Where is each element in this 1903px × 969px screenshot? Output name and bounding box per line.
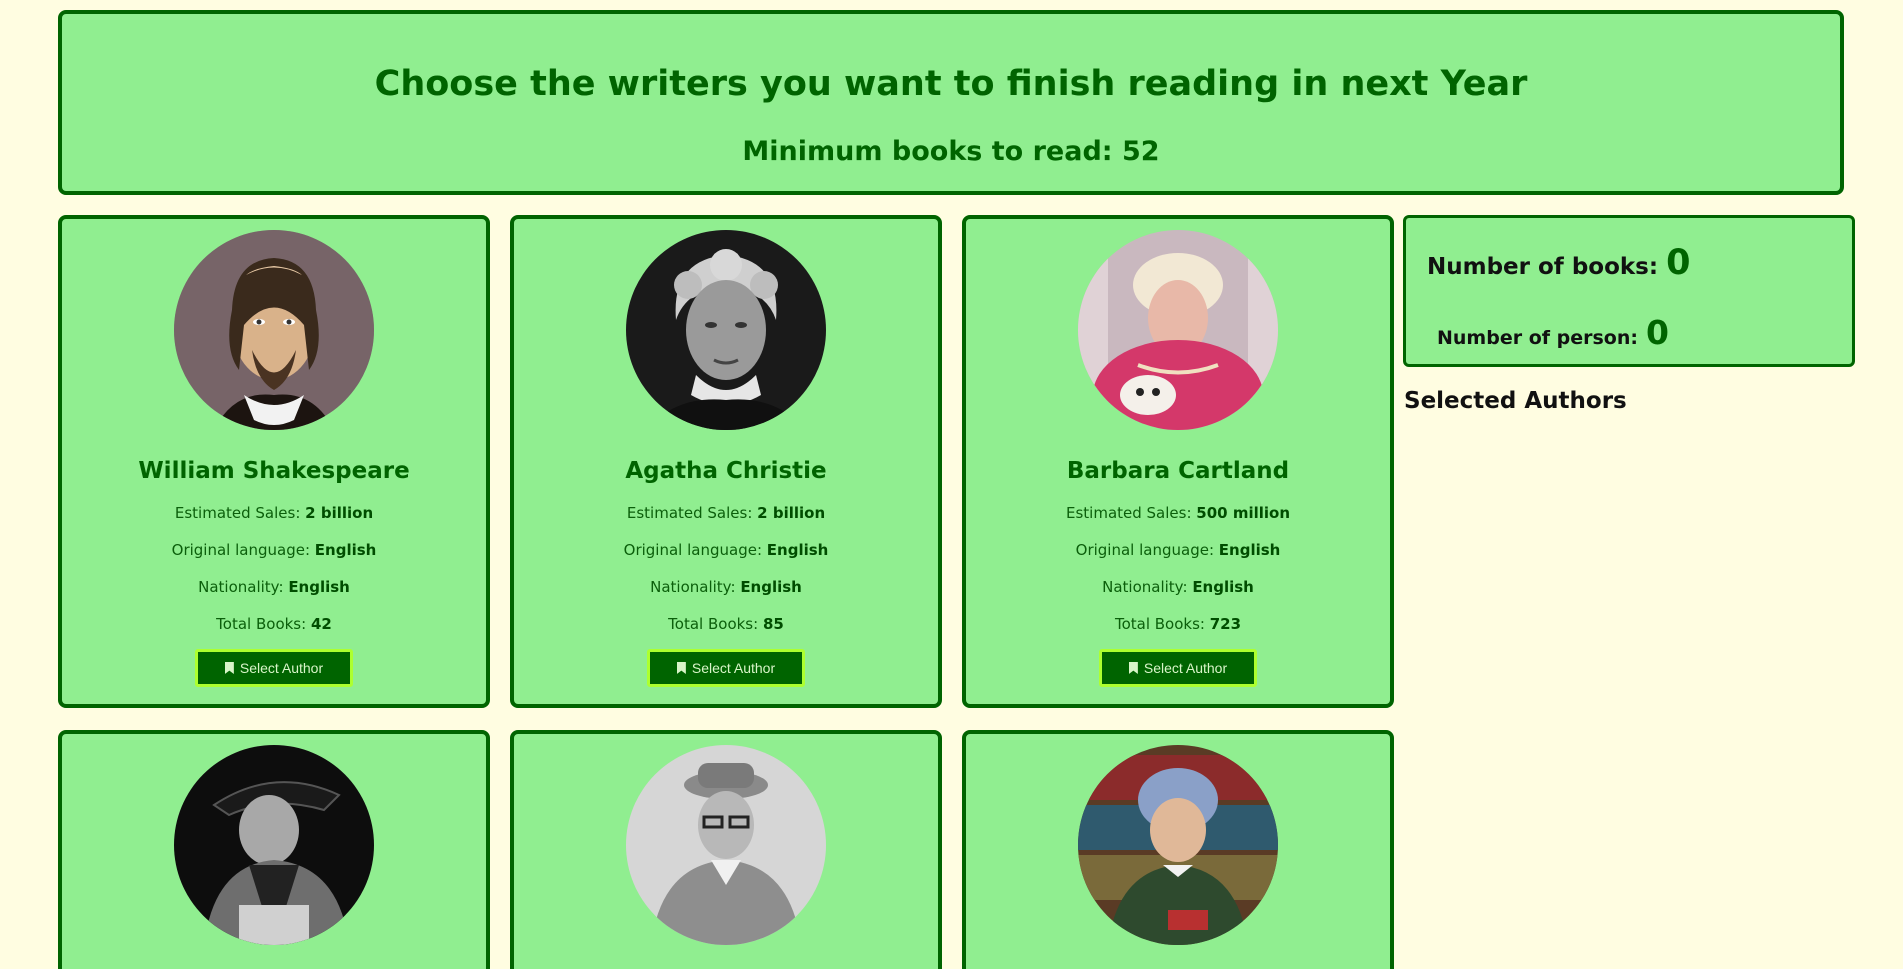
bookmark-icon <box>1128 662 1138 674</box>
bookmark-icon <box>224 662 234 674</box>
original-language: Original language: English <box>1075 541 1281 559</box>
total-books: Total Books: 42 <box>216 615 332 633</box>
author-portrait <box>174 745 374 945</box>
estimated-sales: Estimated Sales: 2 billion <box>626 504 826 522</box>
author-name: William Shakespeare <box>138 458 410 484</box>
nationality: Nationality: English <box>198 578 350 596</box>
author-name: Barbara Cartland <box>1066 458 1290 484</box>
total-books: Total Books: 723 <box>1114 615 1242 633</box>
reading-stats-panel: Number of books: 0 Number of person: 0 <box>1403 215 1855 367</box>
author-card-christie: Agatha Christie Estimated Sales: 2 billi… <box>510 215 942 708</box>
select-author-button[interactable]: Select Author <box>195 649 353 687</box>
page: Choose the writers you want to finish re… <box>0 0 1903 969</box>
minimum-books: Minimum books to read: 52 <box>742 136 1160 167</box>
bookmark-icon <box>676 662 686 674</box>
author-portrait <box>626 745 826 945</box>
author-portrait <box>1078 230 1278 430</box>
total-books: Total Books: 85 <box>668 615 784 633</box>
author-card-6 <box>962 730 1394 969</box>
persons-count: 0 <box>1645 313 1669 352</box>
author-portrait <box>626 230 826 430</box>
author-card-4 <box>58 730 490 969</box>
persons-count-row: Number of person: 0 <box>1437 313 1669 352</box>
author-name: Agatha Christie <box>625 458 827 484</box>
estimated-sales: Estimated Sales: 2 billion <box>174 504 374 522</box>
header-panel: Choose the writers you want to finish re… <box>58 10 1844 195</box>
author-portrait <box>174 230 374 430</box>
books-count: 0 <box>1666 243 1691 283</box>
books-count-row: Number of books: 0 <box>1427 243 1691 283</box>
original-language: Original language: English <box>171 541 377 559</box>
author-card-5 <box>510 730 942 969</box>
original-language: Original language: English <box>623 541 829 559</box>
author-card-cartland: Barbara Cartland Estimated Sales: 500 mi… <box>962 215 1394 708</box>
nationality: Nationality: English <box>650 578 802 596</box>
estimated-sales: Estimated Sales: 500 million <box>1065 504 1291 522</box>
select-author-button[interactable]: Select Author <box>1099 649 1257 687</box>
nationality: Nationality: English <box>1102 578 1254 596</box>
author-card-shakespeare: William Shakespeare Estimated Sales: 2 b… <box>58 215 490 708</box>
select-author-button[interactable]: Select Author <box>647 649 805 687</box>
selected-authors-heading: Selected Authors <box>1404 388 1627 414</box>
author-portrait <box>1078 745 1278 945</box>
page-title: Choose the writers you want to finish re… <box>374 64 1528 104</box>
